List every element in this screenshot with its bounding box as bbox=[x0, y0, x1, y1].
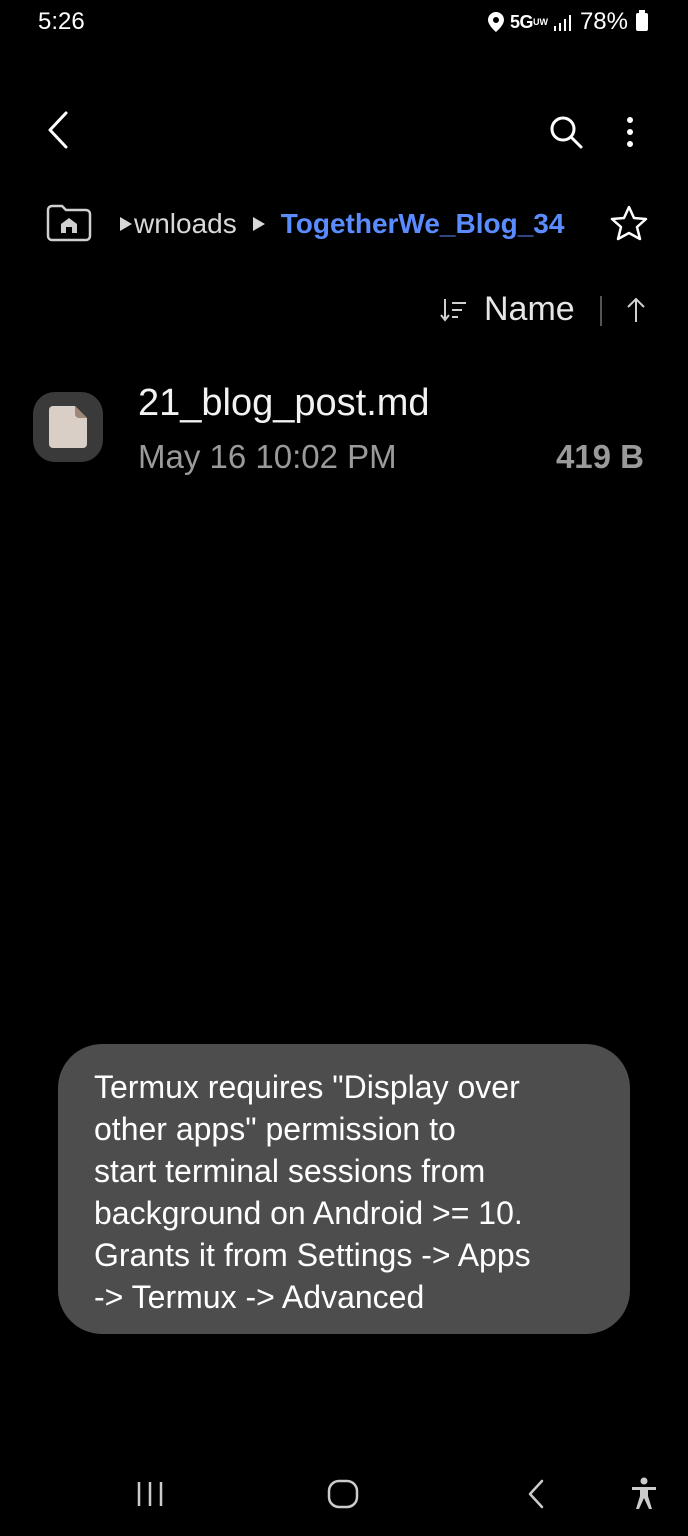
favorite-button[interactable] bbox=[608, 202, 650, 244]
breadcrumb-separator-icon bbox=[120, 217, 132, 231]
sort-label: Name bbox=[484, 290, 575, 328]
recents-button[interactable] bbox=[124, 1472, 176, 1516]
star-outline-icon bbox=[610, 205, 648, 241]
accessibility-button[interactable] bbox=[622, 1472, 666, 1516]
document-icon bbox=[49, 406, 87, 448]
file-icon-container bbox=[33, 392, 103, 462]
sort-divider bbox=[600, 296, 602, 326]
file-name: 21_blog_post.md bbox=[138, 382, 430, 424]
search-button[interactable] bbox=[544, 110, 588, 154]
chevron-left-icon bbox=[48, 111, 68, 149]
signal-icon bbox=[553, 15, 571, 31]
nav-back-button[interactable] bbox=[514, 1472, 558, 1516]
home-folder-button[interactable] bbox=[46, 204, 92, 247]
breadcrumb-separator-icon bbox=[252, 217, 265, 231]
arrow-up-icon bbox=[627, 297, 645, 322]
status-indicators: 5G UW 78% bbox=[487, 8, 648, 36]
more-vertical-icon bbox=[627, 117, 633, 147]
file-list-item[interactable]: 21_blog_post.md May 16 10:02 PM 419 B bbox=[0, 372, 688, 482]
toast-notification: Termux requires "Display over other apps… bbox=[58, 1044, 630, 1334]
home-folder-icon bbox=[46, 204, 92, 242]
home-icon bbox=[327, 1479, 359, 1509]
file-size: 419 B bbox=[555, 438, 644, 475]
breadcrumb: wnloads TogetherWe_Blog_34 bbox=[118, 204, 564, 244]
sort-by-button[interactable]: Name bbox=[440, 290, 575, 329]
battery-icon bbox=[636, 10, 648, 31]
home-button[interactable] bbox=[318, 1472, 368, 1516]
network-type: 5G bbox=[509, 11, 534, 32]
breadcrumb-parent[interactable]: wnloads bbox=[134, 208, 237, 240]
toast-message: Termux requires "Display over other apps… bbox=[94, 1069, 531, 1315]
more-options-button[interactable] bbox=[610, 110, 650, 154]
sort-direction-button[interactable] bbox=[620, 292, 652, 328]
battery-percent: 78% bbox=[579, 8, 628, 35]
back-icon bbox=[528, 1479, 544, 1509]
accessibility-icon bbox=[632, 1477, 656, 1509]
recents-icon bbox=[137, 1482, 163, 1506]
back-button[interactable] bbox=[36, 108, 80, 152]
status-time: 5:26 bbox=[38, 8, 85, 35]
location-icon bbox=[487, 12, 504, 32]
breadcrumb-current[interactable]: TogetherWe_Blog_34 bbox=[281, 208, 565, 240]
search-icon bbox=[550, 116, 583, 149]
network-subtype: UW bbox=[532, 16, 548, 27]
file-date: May 16 10:02 PM bbox=[138, 438, 397, 475]
sort-icon bbox=[440, 298, 466, 322]
